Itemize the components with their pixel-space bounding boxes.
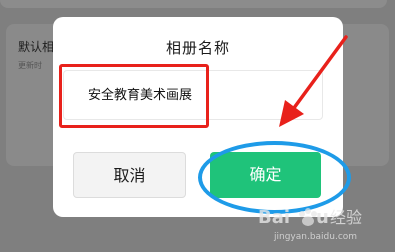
background-album-subtitle: 更新时	[18, 61, 42, 70]
cancel-button[interactable]: 取消	[73, 152, 186, 198]
dialog-title: 相册名称	[165, 39, 230, 57]
confirm-button[interactable]: 确定	[210, 152, 321, 198]
album-name-dialog: 相册名称 安全教育美术画展 取消 确定	[53, 17, 343, 217]
album-name-input[interactable]: 安全教育美术画展	[63, 70, 323, 120]
background-card-top	[0, 0, 387, 8]
background-album-title: 默认相	[18, 40, 55, 54]
watermark-url: jingyan.baidu.com	[274, 232, 358, 242]
